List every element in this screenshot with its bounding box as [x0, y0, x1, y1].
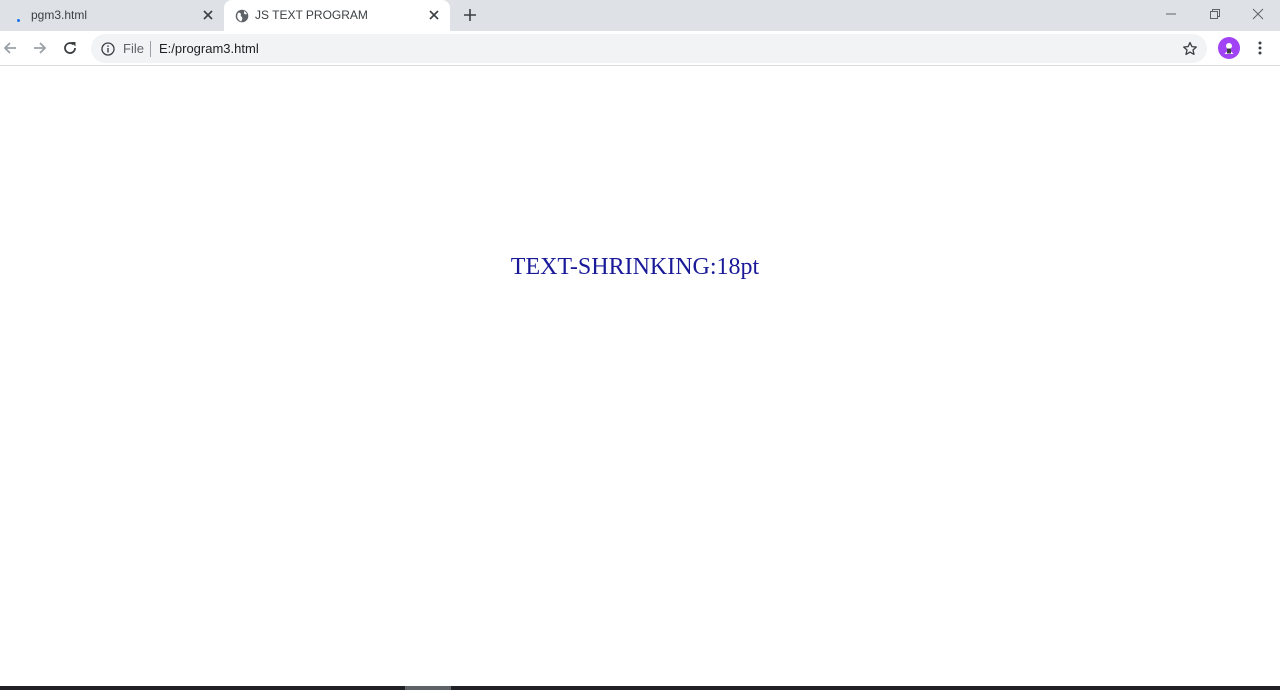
tab-strip: pgm3.html JS TEXT PROGRAM: [0, 0, 1280, 31]
reload-icon: [64, 42, 76, 54]
close-icon: [1252, 8, 1264, 20]
kebab-menu-icon[interactable]: [1250, 38, 1270, 58]
close-tab-icon[interactable]: [426, 7, 442, 23]
page-content: TEXT-SHRINKING:18pt: [0, 67, 1280, 686]
url-text[interactable]: E:/program3.html: [159, 41, 259, 56]
taskbar-highlight: [405, 686, 451, 690]
tab-js-text-program[interactable]: JS TEXT PROGRAM: [224, 0, 450, 31]
close-tab-icon[interactable]: [200, 7, 216, 23]
arrow-left-icon: [3, 42, 16, 54]
tab-pgm3[interactable]: pgm3.html: [0, 0, 224, 31]
address-bar[interactable]: File E:/program3.html: [91, 34, 1207, 63]
minimize-button[interactable]: [1149, 0, 1193, 28]
close-window-button[interactable]: [1236, 0, 1280, 28]
plus-icon: [464, 9, 476, 21]
url-separator: [150, 41, 151, 57]
tab-title: JS TEXT PROGRAM: [255, 8, 368, 22]
restore-button[interactable]: [1193, 0, 1237, 28]
globe-icon: [234, 8, 250, 24]
url-scheme-label: File: [123, 41, 144, 56]
info-icon[interactable]: [100, 41, 116, 57]
reload-button[interactable]: [58, 36, 82, 60]
new-tab-button[interactable]: [460, 5, 480, 25]
bookmark-star-icon[interactable]: [1181, 40, 1199, 58]
back-button[interactable]: [0, 36, 22, 60]
restore-icon: [1210, 9, 1220, 19]
profile-avatar-icon[interactable]: [1218, 37, 1240, 59]
browser-toolbar: File E:/program3.html: [0, 31, 1280, 66]
arrow-right-icon: [34, 42, 47, 54]
loading-dot-icon: [10, 8, 26, 24]
taskbar-edge: [0, 686, 1280, 690]
minimize-icon: [1166, 13, 1176, 15]
tab-title: pgm3.html: [31, 8, 88, 22]
shrinking-text: TEXT-SHRINKING:18pt: [510, 254, 760, 280]
forward-button[interactable]: [28, 36, 52, 60]
